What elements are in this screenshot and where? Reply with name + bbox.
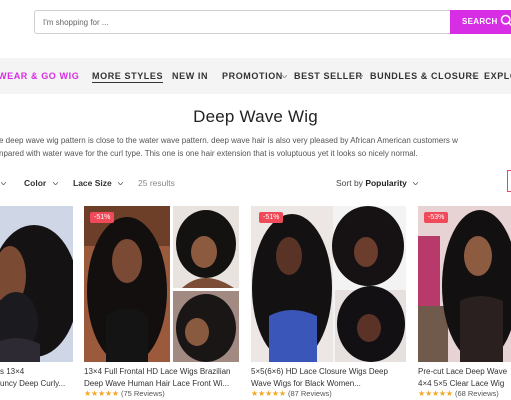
star-rating-icons: ★★★★★: [84, 389, 119, 398]
grid-view-toggle[interactable]: [507, 170, 511, 192]
chevron-down-icon: [413, 182, 418, 185]
product-image[interactable]: [251, 206, 406, 362]
review-count: (75 Reviews): [120, 389, 165, 398]
product-title[interactable]: 4×4 5×5 Clear Lace Wig: [418, 378, 504, 390]
product-rating: ★★★★★ (87 Reviews): [251, 389, 332, 398]
review-count: (68 Reviews): [454, 389, 499, 398]
review-count: (87 Reviews): [287, 389, 332, 398]
filter-lace-size[interactable]: Lace Size: [73, 178, 112, 188]
product-title[interactable]: 5×5(6×6) HD Lace Closure Wigs Deep: [251, 366, 388, 378]
search-button-label: SEARCH: [462, 17, 498, 26]
nav-item-promotion[interactable]: PROMOTION: [222, 71, 283, 81]
main-nav: WEAR & GO WIG MORE STYLES NEW IN PROMOTI…: [0, 58, 511, 94]
filter-bar: Color Lace Size 25 results Sort by Popul…: [0, 174, 511, 192]
description-line: npared with water wave for the curl type…: [0, 149, 418, 158]
product-image[interactable]: [84, 206, 239, 362]
sort-prefix: Sort by: [336, 178, 363, 188]
chevron-down-icon: [53, 182, 58, 185]
nav-item-wear-and-go-wig[interactable]: WEAR & GO WIG: [0, 71, 79, 81]
product-title[interactable]: Wave Wigs for Black Women...: [251, 378, 361, 390]
star-rating-icons: ★★★★★: [418, 389, 453, 398]
chevron-down-icon: [1, 182, 6, 185]
nav-item-new-in[interactable]: NEW IN: [172, 71, 208, 81]
search-box: SEARCH: [34, 10, 511, 34]
nav-item-bundles-closure[interactable]: BUNDLES & CLOSURE: [370, 71, 479, 81]
product-image[interactable]: [418, 206, 511, 362]
chevron-down-icon: [282, 75, 287, 78]
page-title: Deep Wave Wig: [193, 107, 318, 126]
discount-badge: -51%: [90, 212, 115, 223]
nav-item-more-styles[interactable]: MORE STYLES: [92, 71, 164, 83]
product-title[interactable]: 13×4 Full Frontal HD Lace Wigs Brazilian: [84, 366, 231, 378]
star-rating-icons: ★★★★★: [251, 389, 286, 398]
nav-item-explore[interactable]: EXPLO: [484, 71, 511, 81]
top-bar: SEARCH: [0, 0, 511, 46]
search-button[interactable]: SEARCH: [450, 10, 511, 34]
search-input[interactable]: [35, 11, 435, 33]
discount-badge: -53%: [424, 212, 449, 223]
product-title[interactable]: Deep Wave Human Hair Lace Front Wi...: [84, 378, 229, 390]
product-rating: ★★★★★ (75 Reviews): [84, 389, 165, 398]
search-icon: [500, 14, 511, 27]
chevron-down-icon: [472, 75, 477, 78]
description-line: e deep wave wig pattern is close to the …: [0, 136, 458, 145]
results-count: 25 results: [138, 178, 175, 188]
discount-badge: -51%: [259, 212, 284, 223]
filter-color[interactable]: Color: [24, 178, 46, 188]
product-title[interactable]: uncy Deep Curly...: [0, 378, 65, 390]
sort-dropdown[interactable]: Sort by Popularity: [336, 178, 407, 188]
product-image[interactable]: [0, 206, 73, 362]
chevron-down-icon: [358, 75, 363, 78]
product-title[interactable]: Pre-cut Lace Deep Wave: [418, 366, 507, 378]
nav-item-best-seller[interactable]: BEST SELLER: [294, 71, 363, 81]
chevron-down-icon: [118, 182, 123, 185]
sort-value: Popularity: [365, 178, 407, 188]
product-title[interactable]: s 13×4: [0, 366, 24, 378]
product-rating: ★★★★★ (68 Reviews): [418, 389, 499, 398]
